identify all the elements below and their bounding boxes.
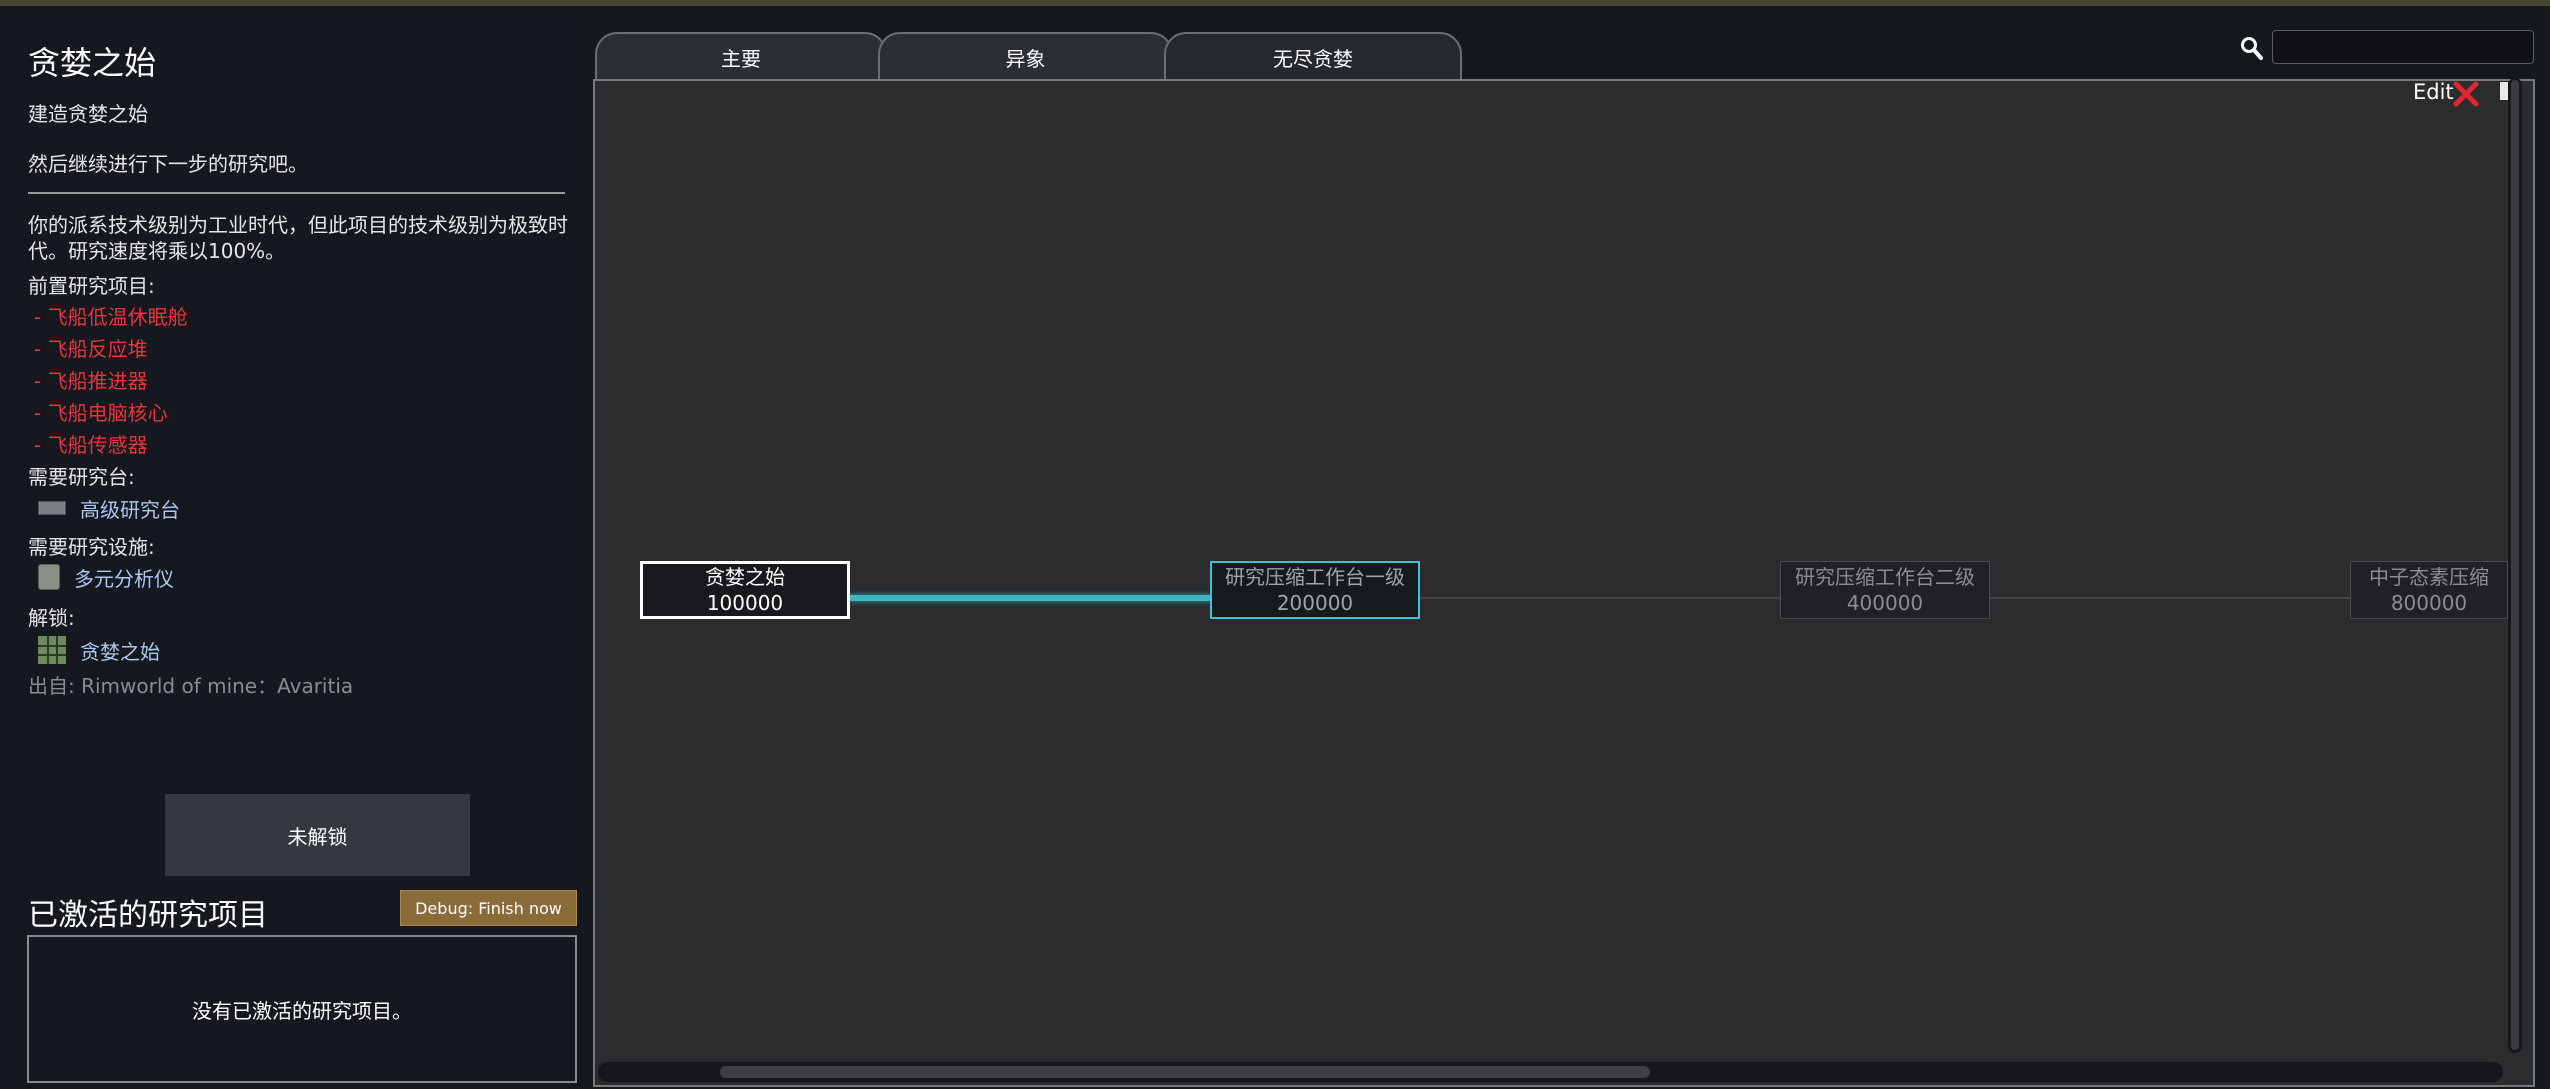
research-node-available[interactable]: 研究压缩工作台一级 200000: [1210, 561, 1420, 619]
node-cost: 400000: [1846, 591, 1924, 615]
horizontal-scroll-thumb[interactable]: [720, 1066, 1650, 1078]
prerequisite-item: - 飞船反应堆: [34, 337, 148, 361]
connector: [1419, 597, 1781, 599]
research-node-current[interactable]: 贪婪之始 100000: [640, 561, 850, 619]
facility-row[interactable]: 多元分析仪: [38, 562, 174, 592]
research-tree-panel[interactable]: [593, 79, 2535, 1087]
bench-header: 需要研究台:: [28, 465, 135, 489]
mod-source: 出自: Rimworld of mine：Avaritia: [28, 674, 354, 698]
node-name: 研究压缩工作台二级: [1795, 565, 1975, 589]
node-cost: 800000: [2390, 591, 2468, 615]
bench-link[interactable]: 高级研究台: [80, 494, 180, 523]
edit-button[interactable]: Edit: [2413, 80, 2454, 104]
node-name: 贪婪之始: [705, 565, 785, 589]
unlocks-header: 解锁:: [28, 606, 75, 630]
prerequisites-header: 前置研究项目:: [28, 274, 155, 298]
tab-anomaly[interactable]: 异象: [878, 32, 1173, 80]
prerequisite-item: - 飞船低温休眠舱: [34, 305, 188, 329]
connector: [1989, 597, 2351, 599]
prerequisite-item: - 飞船传感器: [34, 433, 148, 457]
prerequisite-item: - 飞船推进器: [34, 369, 148, 393]
multi-analyzer-icon: [38, 564, 60, 590]
node-name: 研究压缩工作台一级: [1225, 565, 1405, 589]
research-description: 建造贪婪之始: [28, 102, 148, 126]
research-bench-icon: [38, 501, 66, 515]
unlock-link[interactable]: 贪婪之始: [80, 636, 160, 665]
debug-finish-button[interactable]: Debug: Finish now: [400, 890, 577, 926]
research-description-2: 然后继续进行下一步的研究吧。: [28, 152, 308, 176]
active-research-box: 没有已激活的研究项目。: [27, 935, 577, 1083]
prerequisite-item: - 飞船电脑核心: [34, 401, 168, 425]
research-title: 贪婪之始: [28, 44, 157, 82]
facility-link[interactable]: 多元分析仪: [74, 563, 174, 592]
tab-endless-avarice[interactable]: 无尽贪婪: [1164, 32, 1462, 80]
unlock-button[interactable]: 未解锁: [165, 794, 470, 876]
facility-header: 需要研究设施:: [28, 535, 155, 559]
document-icon[interactable]: [2500, 82, 2508, 100]
node-cost: 100000: [706, 591, 784, 615]
grid-building-icon: [38, 636, 66, 664]
active-research-title: 已激活的研究项目: [28, 898, 268, 933]
research-node-locked[interactable]: 中子态素压缩 800000: [2350, 561, 2508, 619]
bench-row[interactable]: 高级研究台: [38, 493, 180, 523]
connector-active: [849, 595, 1211, 601]
research-node-locked[interactable]: 研究压缩工作台二级 400000: [1780, 561, 1990, 619]
close-icon[interactable]: [2452, 80, 2480, 108]
tab-main[interactable]: 主要: [595, 32, 887, 80]
search-icon: [2241, 37, 2263, 60]
node-name: 中子态素压缩: [2369, 565, 2489, 589]
unlock-row[interactable]: 贪婪之始: [38, 634, 160, 666]
node-cost: 200000: [1276, 591, 1354, 615]
divider: [28, 192, 565, 194]
prerequisites-list: - 飞船低温休眠舱 - 飞船反应堆 - 飞船推进器 - 飞船电脑核心 - 飞船传…: [34, 301, 188, 461]
search-input[interactable]: [2272, 30, 2534, 64]
tech-level-note: 你的派系技术级别为工业时代，但此项目的技术级别为极致时代。研究速度将乘以100%…: [28, 213, 568, 263]
vertical-scroll-thumb[interactable]: [2511, 80, 2519, 1050]
